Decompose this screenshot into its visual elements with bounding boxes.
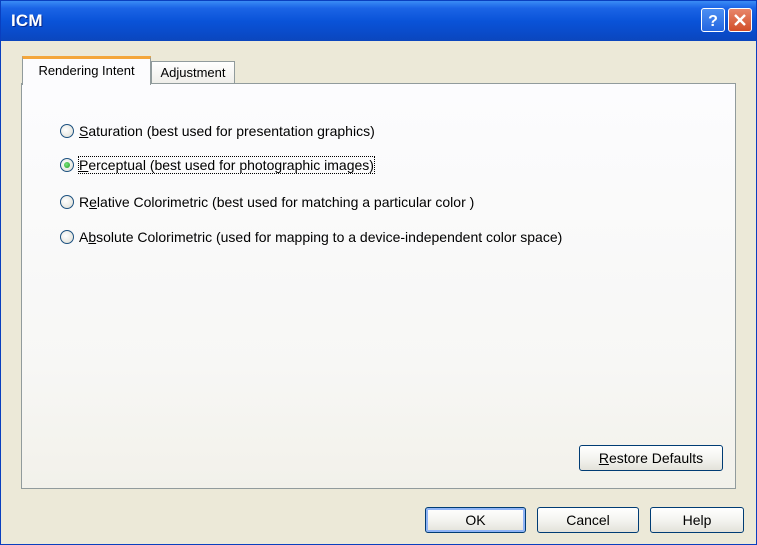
- radio-relative-colorimetric[interactable]: Relative Colorimetric (best used for mat…: [60, 192, 474, 212]
- radio-button[interactable]: [60, 124, 74, 138]
- title-bar[interactable]: ICM ?: [1, 1, 756, 41]
- icm-dialog: ICM ? Rendering Intent Adjustment Satura…: [0, 0, 757, 545]
- tab-rendering-intent[interactable]: Rendering Intent: [22, 56, 151, 85]
- cancel-button[interactable]: Cancel: [537, 507, 639, 533]
- radio-saturation[interactable]: Saturation (best used for presentation g…: [60, 121, 375, 141]
- radio-button[interactable]: [60, 230, 74, 244]
- help-button[interactable]: Help: [650, 507, 744, 533]
- radio-label-saturation: Saturation (best used for presentation g…: [79, 123, 375, 139]
- radio-button[interactable]: [60, 195, 74, 209]
- help-title-button[interactable]: ?: [701, 8, 725, 32]
- radio-label-absolute-colorimetric: Absolute Colorimetric (used for mapping …: [79, 229, 563, 245]
- radio-absolute-colorimetric[interactable]: Absolute Colorimetric (used for mapping …: [60, 227, 562, 247]
- radio-button-selected[interactable]: [60, 158, 74, 172]
- svg-text:?: ?: [708, 13, 718, 30]
- rendering-intent-panel: Saturation (best used for presentation g…: [21, 83, 736, 489]
- ok-button[interactable]: OK: [425, 507, 526, 533]
- close-button[interactable]: [728, 8, 752, 32]
- radio-label-relative-colorimetric: Relative Colorimetric (best used for mat…: [79, 194, 475, 210]
- radio-perceptual[interactable]: Perceptual (best used for photographic i…: [60, 155, 375, 175]
- question-mark-icon: ?: [708, 13, 718, 30]
- radio-label-perceptual: Perceptual (best used for photographic i…: [78, 156, 375, 174]
- window-title: ICM: [11, 11, 43, 30]
- restore-defaults-button[interactable]: Restore Defaults: [579, 445, 723, 471]
- close-icon: [734, 14, 746, 26]
